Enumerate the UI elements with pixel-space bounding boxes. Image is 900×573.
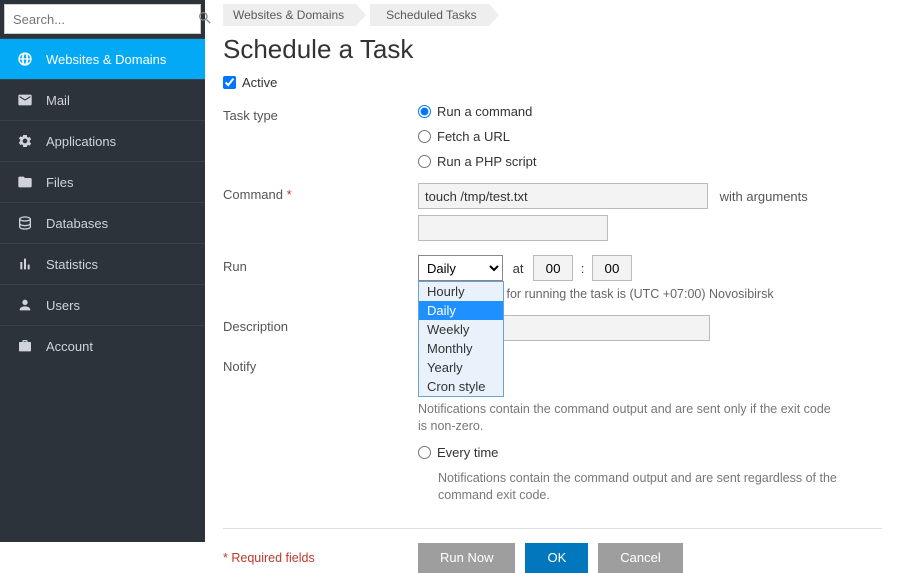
sidebar-item-label: Databases <box>46 216 108 231</box>
sidebar-item-websites-domains[interactable]: Websites & Domains <box>0 39 205 79</box>
sidebar-item-mail[interactable]: Mail <box>0 80 205 120</box>
sidebar-item-label: Mail <box>46 93 70 108</box>
active-label: Active <box>242 75 277 90</box>
notify-errors-description: Notifications contain the command output… <box>418 401 838 435</box>
task-type-run-php-radio[interactable] <box>418 155 431 168</box>
task-type-run-command-radio[interactable] <box>418 105 431 118</box>
dropdown-option[interactable]: Cron style <box>419 377 503 396</box>
required-fields-note: * Required fields <box>223 551 418 565</box>
command-input[interactable] <box>418 183 708 209</box>
active-checkbox[interactable] <box>223 76 236 89</box>
database-icon <box>14 215 36 231</box>
briefcase-icon <box>14 338 36 354</box>
dropdown-option[interactable]: Yearly <box>419 358 503 377</box>
run-minute-input[interactable] <box>592 255 632 281</box>
notify-label: Notify <box>223 355 418 374</box>
run-label: Run <box>223 255 418 274</box>
task-type-label: Task type <box>223 104 418 123</box>
time-colon: : <box>581 261 585 276</box>
sidebar-item-label: Users <box>46 298 80 313</box>
radio-label: Run a PHP script <box>437 154 536 169</box>
dropdown-option[interactable]: Weekly <box>419 320 503 339</box>
page-title: Schedule a Task <box>223 34 882 65</box>
sidebar-item-label: Websites & Domains <box>46 52 166 67</box>
required-marker: * <box>287 187 292 202</box>
breadcrumb-item[interactable]: Websites & Domains <box>223 4 356 26</box>
dropdown-option[interactable]: Monthly <box>419 339 503 358</box>
radio-label: Run a command <box>437 104 532 119</box>
notify-every-time-radio[interactable] <box>418 446 431 459</box>
dropdown-option[interactable]: Daily <box>419 301 503 320</box>
run-frequency-dropdown: Hourly Daily Weekly Monthly Yearly Cron … <box>418 281 504 397</box>
sidebar-item-files[interactable]: Files <box>0 162 205 202</box>
breadcrumb: Websites & Domains Scheduled Tasks <box>223 4 882 26</box>
dropdown-option[interactable]: Hourly <box>419 282 503 301</box>
sidebar: Websites & Domains Mail Applications Fil… <box>0 0 205 542</box>
notify-every-description: Notifications contain the command output… <box>438 470 858 504</box>
radio-label: Every time <box>437 445 498 460</box>
command-label: Command <box>223 187 283 202</box>
task-type-fetch-url-radio[interactable] <box>418 130 431 143</box>
sidebar-item-label: Statistics <box>46 257 98 272</box>
sidebar-item-account[interactable]: Account <box>0 326 205 366</box>
with-arguments-label: with arguments <box>720 189 808 204</box>
search-box <box>4 4 201 34</box>
sidebar-item-label: Applications <box>46 134 116 149</box>
sidebar-item-label: Account <box>46 339 93 354</box>
user-icon <box>14 297 36 313</box>
description-label: Description <box>223 315 418 334</box>
arguments-input[interactable] <box>418 215 608 241</box>
cancel-button[interactable]: Cancel <box>598 543 682 573</box>
breadcrumb-item[interactable]: Scheduled Tasks <box>370 4 489 26</box>
sidebar-item-databases[interactable]: Databases <box>0 203 205 243</box>
sidebar-item-label: Files <box>46 175 73 190</box>
sidebar-item-users[interactable]: Users <box>0 285 205 325</box>
run-frequency-select[interactable]: Daily <box>418 255 503 281</box>
globe-icon <box>14 51 36 67</box>
mail-icon <box>14 92 36 108</box>
run-now-button[interactable]: Run Now <box>418 543 515 573</box>
sidebar-item-statistics[interactable]: Statistics <box>0 244 205 284</box>
at-label: at <box>513 261 524 276</box>
gear-icon <box>14 133 36 149</box>
search-input[interactable] <box>5 6 197 33</box>
ok-button[interactable]: OK <box>525 543 588 573</box>
run-hour-input[interactable] <box>533 255 573 281</box>
stats-icon <box>14 256 36 272</box>
main-content: Websites & Domains Scheduled Tasks Sched… <box>205 0 900 542</box>
folder-icon <box>14 174 36 190</box>
radio-label: Fetch a URL <box>437 129 510 144</box>
sidebar-item-applications[interactable]: Applications <box>0 121 205 161</box>
